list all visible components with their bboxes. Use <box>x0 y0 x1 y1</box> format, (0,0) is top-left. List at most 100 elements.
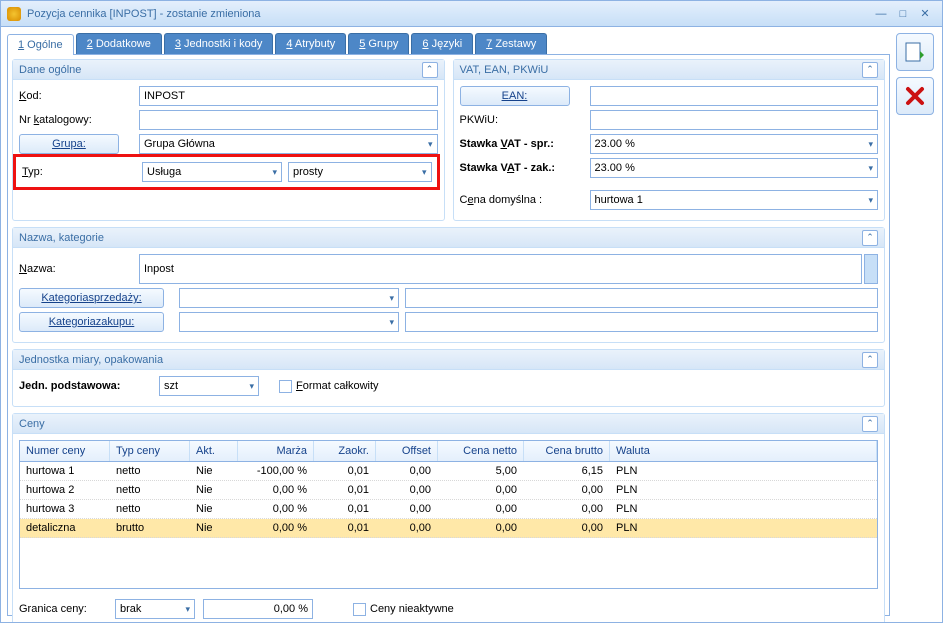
panel-title: Nazwa, kategorie <box>19 232 104 244</box>
vat-zak-label: Stawka VAT - zak.: <box>460 162 590 174</box>
cell: 5,00 <box>438 462 524 480</box>
cell: 0,00 <box>438 519 524 537</box>
cell: PLN <box>610 481 877 499</box>
ean-button[interactable]: EAN: <box>460 86 570 106</box>
collapse-icon[interactable]: ⌃ <box>862 416 878 432</box>
cell: 0,01 <box>314 462 376 480</box>
cancel-button[interactable] <box>896 77 934 115</box>
tab-3[interactable]: 4 Atrybuty <box>275 33 346 54</box>
app-icon <box>7 7 21 21</box>
collapse-icon[interactable]: ⌃ <box>862 230 878 246</box>
granica-pct-input[interactable]: 0,00 % <box>203 599 313 619</box>
tab-4[interactable]: 5 Grupy <box>348 33 409 54</box>
col-header[interactable]: Cena brutto <box>524 441 610 461</box>
nazwa-input[interactable]: Inpost <box>139 254 862 284</box>
prices-table: Numer cenyTyp cenyAkt.MarżaZaokr.OffsetC… <box>19 440 878 589</box>
kat-sprz-text[interactable] <box>405 288 878 308</box>
col-header[interactable]: Offset <box>376 441 438 461</box>
tab-page-ogolne: Dane ogólne⌃ Kod:INPOST Nr katalogowy: G… <box>7 55 890 616</box>
cell: PLN <box>610 519 877 537</box>
collapse-icon[interactable]: ⌃ <box>862 352 878 368</box>
cell: 0,00 <box>524 481 610 499</box>
ean-input[interactable] <box>590 86 879 106</box>
table-header: Numer cenyTyp cenyAkt.MarżaZaokr.OffsetC… <box>20 441 877 462</box>
cell: 0,00 <box>376 500 438 518</box>
format-checkbox[interactable] <box>279 380 292 393</box>
kat-sprz-select[interactable] <box>179 288 399 308</box>
table-body: hurtowa 1nettoNie-100,00 %0,010,005,006,… <box>20 462 877 538</box>
minimize-button[interactable]: — <box>870 5 892 23</box>
typ-select-2[interactable]: prosty <box>288 162 432 182</box>
titlebar: Pozycja cennika [INPOST] - zostanie zmie… <box>1 1 942 27</box>
tab-6[interactable]: 7 Zestawy <box>475 33 547 54</box>
col-header[interactable]: Waluta <box>610 441 877 461</box>
cell: 6,15 <box>524 462 610 480</box>
kat-zak-button[interactable]: Kategoria zakupu: <box>19 312 164 332</box>
kat-zak-select[interactable] <box>179 312 399 332</box>
panel-nazwa: Nazwa, kategorie ⌃ Nazwa:Inpost Kategoria… <box>12 227 885 343</box>
panel-title: Jednostka miary, opakowania <box>19 354 163 366</box>
panel-title: VAT, EAN, PKWiU <box>460 64 549 76</box>
format-label: Format całkowity <box>296 380 379 392</box>
cell: netto <box>110 500 190 518</box>
col-header[interactable]: Typ ceny <box>110 441 190 461</box>
scroll-thumb[interactable] <box>864 254 878 284</box>
panel-title: Dane ogólne <box>19 64 81 76</box>
collapse-icon[interactable]: ⌃ <box>862 62 878 78</box>
save-button[interactable] <box>896 33 934 71</box>
cell: hurtowa 1 <box>20 462 110 480</box>
maximize-button[interactable]: □ <box>892 5 914 23</box>
col-header[interactable]: Akt. <box>190 441 238 461</box>
nrkat-input[interactable] <box>139 110 438 130</box>
cell: 0,00 <box>524 519 610 537</box>
cell: 0,00 <box>524 500 610 518</box>
cell: Nie <box>190 462 238 480</box>
collapse-icon[interactable]: ⌃ <box>422 62 438 78</box>
tab-1[interactable]: 2 Dodatkowe <box>76 33 162 54</box>
tab-2[interactable]: 3 Jednostki i kody <box>164 33 273 54</box>
cell: 0,00 % <box>238 481 314 499</box>
kat-sprz-button[interactable]: Kategoria sprzedaży: <box>19 288 164 308</box>
cell: netto <box>110 481 190 499</box>
typ-select-1[interactable]: Usługa <box>142 162 282 182</box>
col-header[interactable]: Numer ceny <box>20 441 110 461</box>
cell: detaliczna <box>20 519 110 537</box>
cell: Nie <box>190 500 238 518</box>
nieaktywne-label: Ceny nieaktywne <box>370 603 454 615</box>
col-header[interactable]: Marża <box>238 441 314 461</box>
cell: 0,01 <box>314 500 376 518</box>
cell: 0,01 <box>314 481 376 499</box>
cell: Nie <box>190 481 238 499</box>
vat-zak-select[interactable]: 23.00 % <box>590 158 879 178</box>
cell: hurtowa 3 <box>20 500 110 518</box>
side-toolbar <box>896 27 942 622</box>
close-button[interactable]: ✕ <box>914 5 936 23</box>
window-title: Pozycja cennika [INPOST] - zostanie zmie… <box>27 8 870 20</box>
table-row[interactable]: hurtowa 1nettoNie-100,00 %0,010,005,006,… <box>20 462 877 481</box>
nieaktywne-checkbox[interactable] <box>353 603 366 616</box>
grupa-select[interactable]: Grupa Główna <box>139 134 438 154</box>
vat-spr-label: Stawka VAT - spr.: <box>460 138 590 150</box>
app-window: Pozycja cennika [INPOST] - zostanie zmie… <box>0 0 943 623</box>
nazwa-label: Nazwa: <box>19 263 139 275</box>
kod-input[interactable]: INPOST <box>139 86 438 106</box>
kod-label: Kod: <box>19 90 139 102</box>
grupa-button[interactable]: Grupa: <box>19 134 119 154</box>
kat-zak-text[interactable] <box>405 312 878 332</box>
table-row[interactable]: detalicznabruttoNie0,00 %0,010,000,000,0… <box>20 519 877 538</box>
cena-def-label: Cena domyślna : <box>460 194 590 206</box>
table-row[interactable]: hurtowa 3nettoNie0,00 %0,010,000,000,00P… <box>20 500 877 519</box>
granica-select[interactable]: brak <box>115 599 195 619</box>
col-header[interactable]: Zaokr. <box>314 441 376 461</box>
jedn-select[interactable]: szt <box>159 376 259 396</box>
tab-5[interactable]: 6 Języki <box>411 33 473 54</box>
panel-title: Ceny <box>19 418 45 430</box>
cell: 0,00 <box>438 481 524 499</box>
cell: 0,00 <box>376 481 438 499</box>
tab-0[interactable]: 1 Ogólne <box>7 34 74 55</box>
table-row[interactable]: hurtowa 2nettoNie0,00 %0,010,000,000,00P… <box>20 481 877 500</box>
vat-spr-select[interactable]: 23.00 % <box>590 134 879 154</box>
pkwiu-input[interactable] <box>590 110 879 130</box>
cena-def-select[interactable]: hurtowa 1 <box>590 190 879 210</box>
col-header[interactable]: Cena netto <box>438 441 524 461</box>
